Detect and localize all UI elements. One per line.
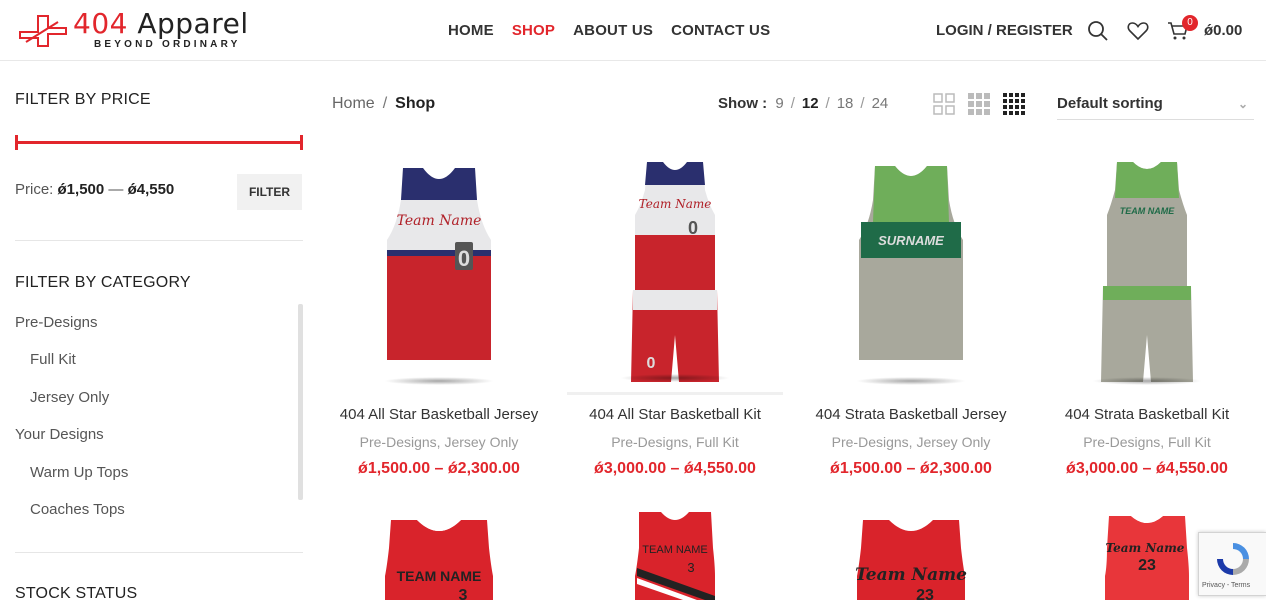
cart-count-badge: 0: [1182, 15, 1198, 31]
category-list: Pre-Designs Full Kit Jersey Only Your De…: [15, 304, 303, 530]
svg-text:Team Name: Team Name: [397, 213, 482, 229]
logo-mark-icon: [19, 15, 67, 47]
product-price: ǿ1,500.00 – ǿ2,300.00: [830, 460, 992, 477]
category-item-jersey-only[interactable]: Jersey Only: [30, 389, 109, 406]
svg-text:SURNAME: SURNAME: [878, 233, 944, 248]
sidebar-divider: [15, 240, 303, 241]
site-logo[interactable]: 404 Apparel BEYOND ORDINARY: [18, 10, 268, 50]
svg-text:TEAM NAME: TEAM NAME: [1120, 206, 1175, 216]
category-item-coaches-tops[interactable]: Coaches Tops: [30, 501, 125, 518]
nav-contact[interactable]: CONTACT US: [671, 22, 770, 39]
login-register-link[interactable]: LOGIN / REGISTER: [936, 22, 1073, 39]
product-card[interactable]: SURNAME 404 Strata Basketball Jersey Pre…: [803, 150, 1019, 477]
svg-text:0: 0: [688, 218, 698, 238]
product-image[interactable]: SURNAME: [803, 150, 1019, 395]
category-item-your-designs[interactable]: Your Designs: [15, 426, 104, 443]
category-item-pre-designs[interactable]: Pre-Designs: [15, 314, 98, 331]
logo-tagline: BEYOND ORDINARY: [94, 39, 241, 50]
price-max-handle[interactable]: [300, 135, 303, 150]
product-price: ǿ3,000.00 – ǿ4,550.00: [1066, 460, 1228, 477]
product-image[interactable]: TEAM NAME: [1039, 150, 1255, 395]
category-filter-title: FILTER BY CATEGORY: [15, 274, 191, 291]
product-card[interactable]: TEAM NAME 404 Strata Basketball Kit Pre-…: [1039, 150, 1255, 477]
price-filter-button[interactable]: FILTER: [237, 174, 302, 210]
product-price: ǿ3,000.00 – ǿ4,550.00: [594, 460, 756, 477]
product-card[interactable]: TEAM NAME 3: [567, 508, 783, 600]
grid-2-icon[interactable]: [933, 93, 955, 115]
main-nav: HOME SHOP ABOUT US CONTACT US: [448, 22, 770, 39]
show-option-18[interactable]: 18: [837, 95, 854, 112]
svg-text:TEAM NAME: TEAM NAME: [642, 544, 707, 556]
stock-status-title: STOCK STATUS: [15, 585, 138, 600]
sidebar-divider: [15, 552, 303, 553]
product-name[interactable]: 404 Strata Basketball Jersey: [803, 406, 1019, 423]
product-image[interactable]: Team Name 0: [331, 150, 547, 395]
grid-4-icon[interactable]: [1003, 93, 1025, 115]
breadcrumb-current: Shop: [395, 95, 436, 112]
cart-total[interactable]: ǿ0.00: [1204, 22, 1242, 39]
product-card[interactable]: TEAM NAME 3: [331, 508, 547, 600]
category-scrollbar[interactable]: [298, 304, 303, 500]
nav-shop[interactable]: SHOP: [512, 22, 555, 39]
category-item-full-kit[interactable]: Full Kit: [30, 351, 76, 368]
breadcrumb-home[interactable]: Home: [332, 95, 375, 112]
svg-text:23: 23: [916, 587, 934, 600]
chevron-down-icon: ⌄: [1237, 97, 1248, 111]
price-range-slider[interactable]: [15, 135, 303, 150]
svg-text:Team Name: Team Name: [639, 197, 712, 211]
product-image[interactable]: Team Name 0 0: [567, 150, 783, 395]
product-card[interactable]: Team Name 0 404 All Star Basketball Jers…: [331, 150, 547, 477]
price-min-handle[interactable]: [15, 135, 18, 150]
svg-text:Team Name: Team Name: [855, 565, 967, 585]
recaptcha-links[interactable]: Privacy - Terms: [1202, 582, 1250, 589]
nav-home[interactable]: HOME: [448, 22, 494, 39]
price-range-label: Price: ǿ1,500 — ǿ4,550: [15, 181, 175, 198]
search-icon[interactable]: [1087, 20, 1109, 42]
product-name[interactable]: 404 All Star Basketball Jersey: [331, 406, 547, 423]
logo-text: 404 Apparel: [73, 7, 249, 40]
product-card[interactable]: Team Name 23: [803, 508, 1019, 600]
sort-select[interactable]: Default sorting ⌄: [1057, 90, 1254, 120]
products-per-page: Show : 9/12/18/24: [718, 95, 889, 112]
product-price: ǿ1,500.00 – ǿ2,300.00: [358, 460, 520, 477]
site-header: 404 Apparel BEYOND ORDINARY HOME SHOP AB…: [0, 0, 1266, 61]
show-option-12[interactable]: 12: [802, 95, 819, 112]
svg-text:23: 23: [1138, 557, 1156, 574]
recaptcha-icon: [1217, 543, 1249, 575]
product-name[interactable]: 404 Strata Basketball Kit: [1039, 406, 1255, 423]
svg-text:3: 3: [459, 587, 468, 600]
show-option-9[interactable]: 9: [775, 95, 783, 112]
svg-text:0: 0: [647, 355, 656, 372]
product-category[interactable]: Pre-Designs, Full Kit: [1039, 434, 1255, 450]
svg-text:Team Name: Team Name: [1106, 541, 1185, 555]
product-name[interactable]: 404 All Star Basketball Kit: [567, 406, 783, 423]
svg-text:0: 0: [458, 246, 470, 271]
recaptcha-badge[interactable]: Privacy - Terms: [1198, 532, 1266, 596]
svg-text:TEAM NAME: TEAM NAME: [397, 568, 482, 584]
svg-text:3: 3: [687, 560, 694, 575]
product-category[interactable]: Pre-Designs, Jersey Only: [803, 434, 1019, 450]
grid-3-icon[interactable]: [968, 93, 990, 115]
breadcrumb: Home / Shop: [332, 95, 436, 112]
heart-icon[interactable]: [1127, 20, 1149, 42]
show-option-24[interactable]: 24: [872, 95, 889, 112]
nav-about[interactable]: ABOUT US: [573, 22, 653, 39]
product-card[interactable]: Team Name 0 0 404 All Star Basketball Ki…: [567, 150, 783, 477]
product-category[interactable]: Pre-Designs, Full Kit: [567, 434, 783, 450]
category-item-warm-up-tops[interactable]: Warm Up Tops: [30, 464, 128, 481]
product-category[interactable]: Pre-Designs, Jersey Only: [331, 434, 547, 450]
price-filter-title: FILTER BY PRICE: [15, 91, 151, 108]
